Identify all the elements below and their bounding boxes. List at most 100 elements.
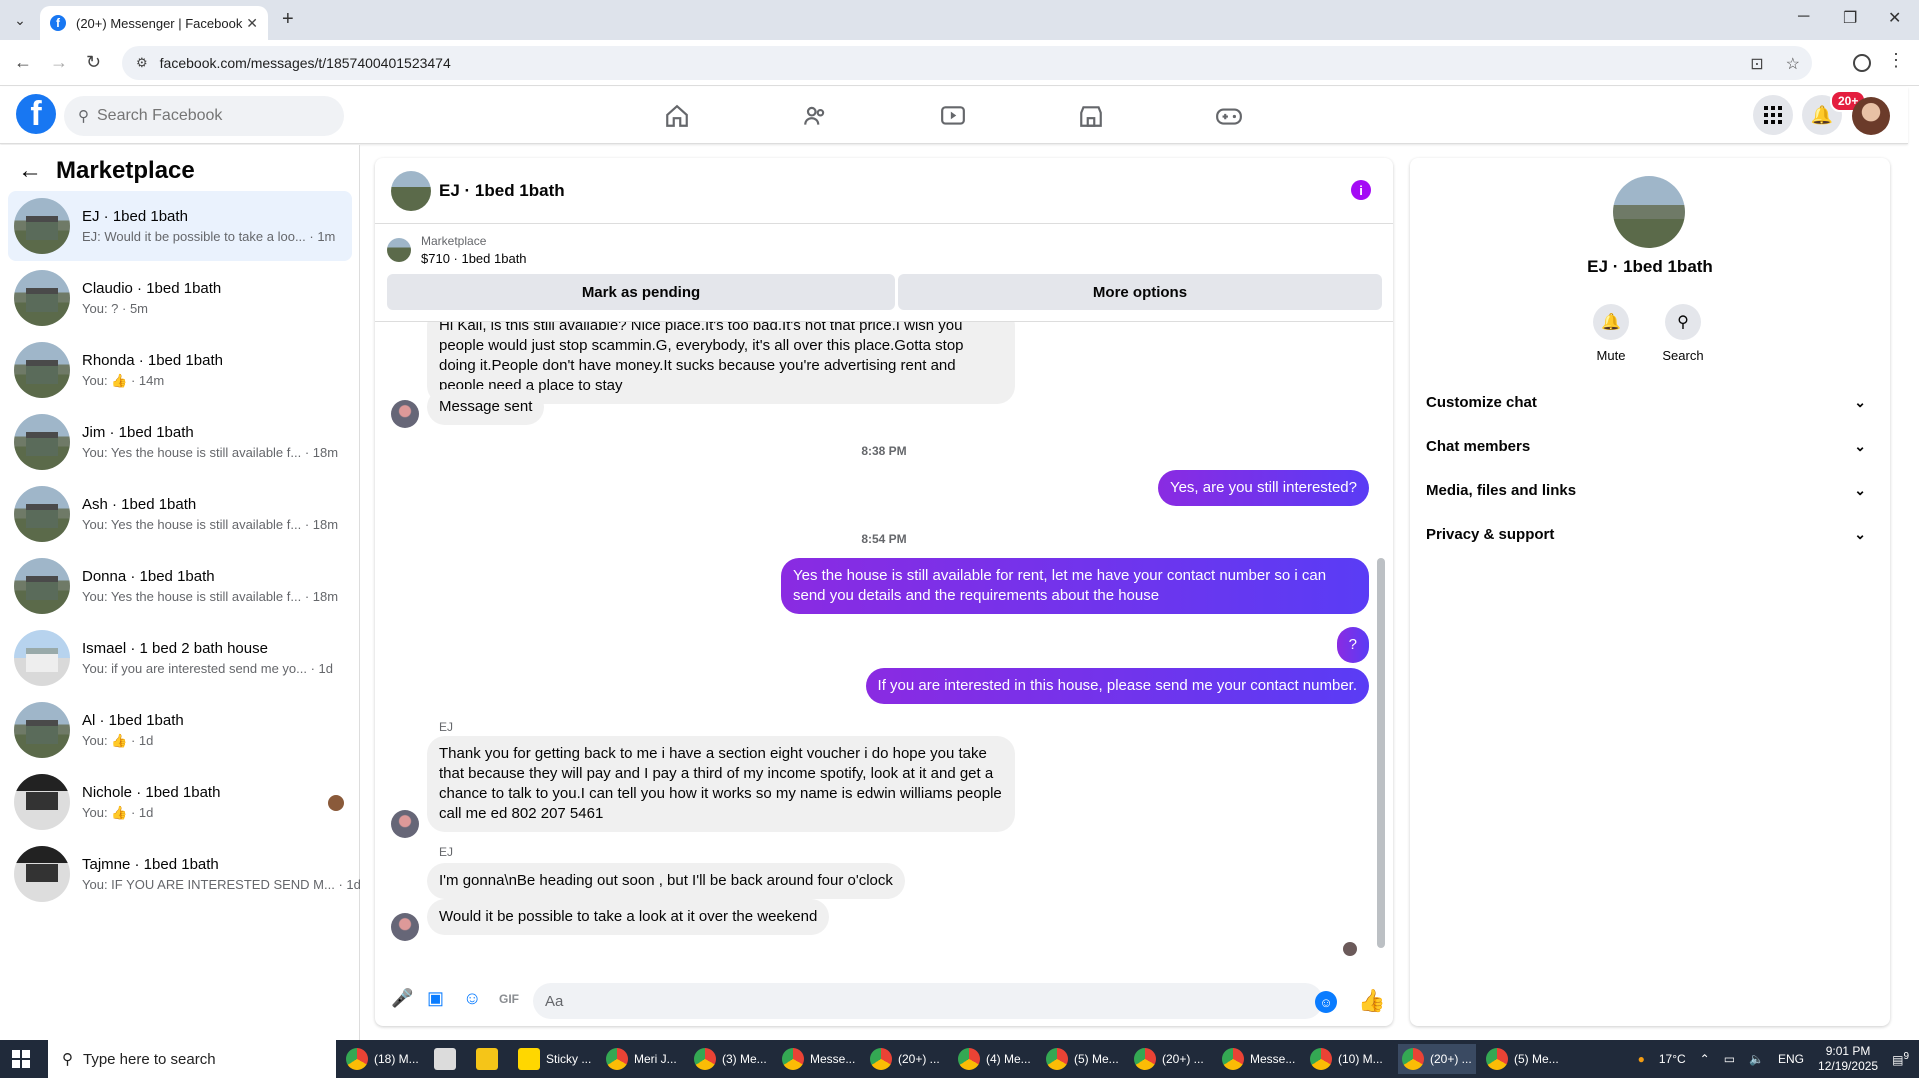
microphone-icon[interactable]: 🎤 [391,988,413,1009]
taskbar-app[interactable]: (20+) ... [1134,1044,1204,1074]
tab-search-icon[interactable]: ⌄ [8,8,32,32]
taskbar-app[interactable] [434,1044,456,1074]
conversation-item[interactable]: Al · 1bed 1bath You: 👍 · 1d [8,695,352,765]
taskbar-app[interactable]: (5) Me... [1046,1044,1119,1074]
menu-grid-icon[interactable] [1753,95,1793,135]
conversation-preview: You: 👍 · 14m [82,372,165,388]
seen-avatar [1343,942,1357,956]
site-info-icon[interactable]: ⚙ [136,55,148,71]
bookmark-star-icon[interactable]: ☆ [1786,54,1800,74]
taskbar-app[interactable]: Sticky ... [518,1044,591,1074]
browser-profile-icon[interactable] [1853,54,1871,72]
taskbar-app[interactable]: Messe... [1222,1044,1295,1074]
mark-pending-button[interactable]: Mark as pending [387,274,895,310]
mute-button[interactable]: 🔔 Mute [1581,304,1641,363]
reload-icon[interactable]: ↻ [86,52,101,73]
facebook-search[interactable]: ⚲ [64,96,344,136]
listing-thumbnail [14,630,70,686]
conversation-item[interactable]: Donna · 1bed 1bath You: Yes the house is … [8,551,352,621]
forward-icon[interactable]: → [50,52,68,73]
chat-title[interactable]: EJ · 1bed 1bath [439,181,565,201]
close-tab-icon[interactable]: ✕ [246,15,258,32]
browser-tab[interactable]: f (20+) Messenger | Facebook ✕ [40,6,268,40]
taskbar-app[interactable]: (10) M... [1310,1044,1383,1074]
taskbar-app-label: Meri J... [634,1052,677,1066]
listing-info[interactable]: Marketplace $710 · 1bed 1bath [387,234,527,266]
conversation-item[interactable]: Tajmne · 1bed 1bath You: IF YOU ARE INTER… [8,839,361,909]
taskbar-app[interactable]: Meri J... [606,1044,677,1074]
sticker-icon[interactable]: ☺ [463,988,481,1009]
home-icon[interactable] [662,101,692,131]
search-button[interactable]: ⚲ Search [1653,304,1713,363]
chevron-down-icon: ⌄ [1854,437,1866,454]
conversation-preview: You: Yes the house is still available f.… [82,517,339,532]
photo-icon[interactable]: ▣ [427,988,444,1009]
install-app-icon[interactable]: ⊡ [1750,54,1763,74]
taskbar-app[interactable]: (3) Me... [694,1044,767,1074]
listing-thumbnail [14,414,70,470]
message-scrollbar[interactable] [1377,328,1385,948]
close-window-icon[interactable]: ✕ [1888,8,1901,28]
customize-chat-section[interactable]: Customize chat ⌄ [1426,380,1866,424]
chat-avatar[interactable] [391,170,431,211]
conversation-item[interactable]: Jim · 1bed 1bath You: Yes the house is st… [8,407,352,477]
clock[interactable]: 9:01 PM 12/19/2025 [1818,1044,1878,1074]
back-icon[interactable]: ← [14,52,32,73]
message-input[interactable]: Aa [533,983,1323,1019]
weather-temp[interactable]: 17°C [1659,1052,1686,1066]
chat-members-section[interactable]: Chat members ⌄ [1426,424,1866,468]
volume-icon[interactable]: 🔈 [1749,1052,1764,1066]
taskbar-search[interactable]: ⚲ Type here to search [48,1040,336,1078]
language-indicator[interactable]: ENG [1778,1052,1804,1066]
taskbar-app[interactable]: (18) M... [346,1044,419,1074]
taskbar-app[interactable]: (20+) ... [870,1044,940,1074]
emoji-icon[interactable]: ☺ [1315,991,1337,1013]
windows-start-icon[interactable] [12,1050,30,1068]
new-tab-icon[interactable]: + [282,8,294,31]
taskbar-app[interactable]: (5) Me... [1486,1044,1559,1074]
gaming-icon[interactable] [1214,101,1244,131]
conversation-name: Ismael · 1 bed 2 bath house [82,640,268,657]
conversation-item[interactable]: Nichole · 1bed 1bath You: 👍 · 1d [8,767,352,837]
gif-icon[interactable]: GIF [499,992,519,1006]
conversation-item[interactable]: Ash · 1bed 1bath You: Yes the house is st… [8,479,352,549]
info-icon[interactable]: i [1351,180,1371,200]
profile-avatar[interactable] [1613,176,1685,248]
conversation-name: Al · 1bed 1bath [82,711,184,729]
taskbar-app-label: Sticky ... [546,1052,592,1066]
tray-chevron-icon[interactable]: ⌃ [1700,1052,1710,1066]
back-arrow-icon[interactable]: ← [18,157,42,185]
facebook-logo-icon[interactable]: f [16,94,56,134]
thumbs-up-icon[interactable]: 👍 [1358,988,1385,1014]
taskbar-app-active[interactable]: (20+) ... [1398,1044,1476,1074]
marketplace-icon[interactable] [1076,101,1106,131]
video-icon[interactable] [938,101,968,131]
friends-icon[interactable] [800,101,830,131]
conversation-item[interactable]: Ismael · 1 bed 2 bath house You: if you a… [8,623,352,693]
notification-center-icon[interactable]: ▤9 [1892,1051,1909,1067]
account-avatar[interactable] [1852,97,1890,135]
bell-icon: 🔔 [1593,304,1629,340]
browser-menu-icon[interactable]: ⋮ [1887,50,1905,71]
minimize-icon[interactable]: ─ [1798,8,1809,26]
taskbar-app[interactable]: (4) Me... [958,1044,1031,1074]
conversation-preview: You: if you are interested send me yo...… [82,661,333,676]
conversation-item[interactable]: Claudio · 1bed 1bath You: ? · 5m [8,263,352,333]
facebook-header: f ⚲ 🔔 20+ [0,87,1908,144]
address-bar-row: ← → ↻ ⚙ facebook.com/messages/t/18574004… [0,40,1919,86]
network-icon[interactable]: ▭ [1724,1052,1735,1066]
conversation-preview: You: IF YOU ARE INTERESTED SEND M... · 1… [82,877,361,892]
taskbar-app[interactable] [476,1044,498,1074]
media-files-section[interactable]: Media, files and links ⌄ [1426,468,1866,512]
search-input[interactable] [97,107,317,125]
taskbar-app[interactable]: Messe... [782,1044,855,1074]
more-options-button[interactable]: More options [898,274,1382,310]
weather-icon[interactable]: ● [1638,1052,1645,1066]
conversation-item[interactable]: Rhonda · 1bed 1bath You: 👍 · 14m [8,335,352,405]
listing-thumbnail [14,486,70,542]
conversation-item[interactable]: EJ · 1bed 1bath EJ: Would it be possible … [8,191,352,261]
url-field[interactable]: ⚙ facebook.com/messages/t/18574004015234… [122,46,1812,80]
privacy-support-section[interactable]: Privacy & support ⌄ [1426,512,1866,556]
restore-icon[interactable]: ❐ [1843,8,1857,28]
outgoing-message: Yes, are you still interested? [1157,470,1369,506]
